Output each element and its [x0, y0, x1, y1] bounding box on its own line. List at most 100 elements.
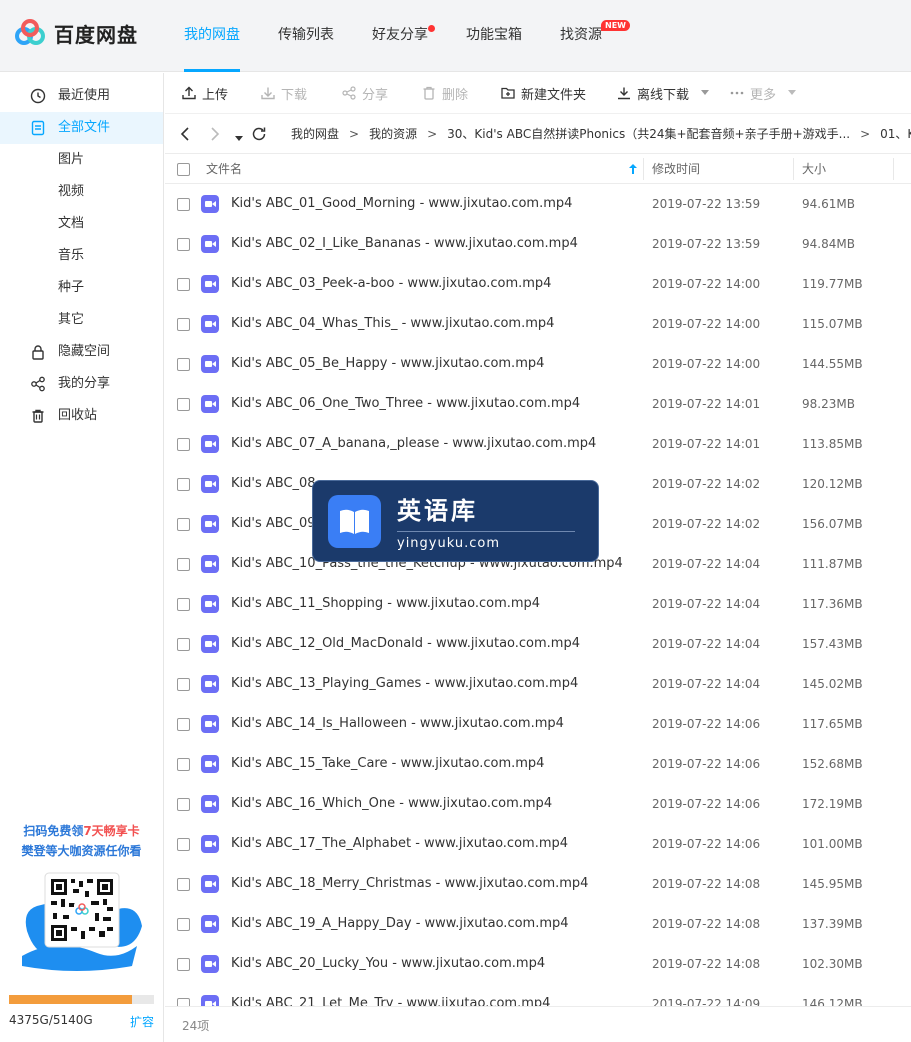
- row-checkbox[interactable]: [177, 478, 190, 491]
- row-checkbox[interactable]: [177, 678, 190, 691]
- select-all-checkbox[interactable]: [177, 163, 190, 176]
- file-name[interactable]: Kid's ABC_19_A_Happy_Day - www.jixutao.c…: [231, 916, 569, 932]
- file-name[interactable]: Kid's ABC_08_: [231, 476, 322, 492]
- file-name[interactable]: Kid's ABC_05_Be_Happy - www.jixutao.com.…: [231, 356, 544, 372]
- column-header-size[interactable]: 大小: [802, 154, 826, 184]
- file-name[interactable]: Kid's ABC_02_I_Like_Bananas - www.jixuta…: [231, 236, 578, 252]
- row-checkbox[interactable]: [177, 638, 190, 651]
- file-name[interactable]: Kid's ABC_17_The_Alphabet - www.jixutao.…: [231, 836, 568, 852]
- qr-code-card[interactable]: [17, 871, 147, 971]
- breadcrumb-item[interactable]: 我的网盘: [291, 127, 339, 141]
- row-checkbox[interactable]: [177, 198, 190, 211]
- offline-download-button[interactable]: 离线下载: [617, 85, 710, 103]
- file-name[interactable]: Kid's ABC_07_A_banana,_please - www.jixu…: [231, 436, 596, 452]
- column-header-name[interactable]: 文件名: [206, 154, 242, 184]
- column-divider[interactable]: [643, 158, 644, 180]
- tab-toolbox[interactable]: 功能宝箱: [466, 0, 522, 72]
- history-dropdown-icon[interactable]: [235, 131, 243, 147]
- file-name[interactable]: Kid's ABC_16_Which_One - www.jixutao.com…: [231, 796, 552, 812]
- table-row[interactable]: Kid's ABC_12_Old_MacDonald - www.jixutao…: [165, 624, 911, 664]
- row-checkbox[interactable]: [177, 838, 190, 851]
- row-checkbox[interactable]: [177, 598, 190, 611]
- back-arrow-icon[interactable]: [180, 126, 190, 142]
- tab-my-disk[interactable]: 我的网盘: [184, 0, 240, 72]
- table-row[interactable]: Kid's ABC_13_Playing_Games - www.jixutao…: [165, 664, 911, 704]
- sidebar-item-images[interactable]: 图片: [0, 144, 163, 176]
- table-row[interactable]: Kid's ABC_01_Good_Morning - www.jixutao.…: [165, 184, 911, 224]
- table-row[interactable]: Kid's ABC_02_I_Like_Bananas - www.jixuta…: [165, 224, 911, 264]
- breadcrumb-item[interactable]: 我的资源: [369, 127, 417, 141]
- table-row[interactable]: Kid's ABC_07_A_banana,_please - www.jixu…: [165, 424, 911, 464]
- file-name[interactable]: Kid's ABC_04_Whas_This_ - www.jixutao.co…: [231, 316, 554, 332]
- table-row[interactable]: Kid's ABC_16_Which_One - www.jixutao.com…: [165, 784, 911, 824]
- sidebar-item-torrents[interactable]: 种子: [0, 272, 163, 304]
- upload-button[interactable]: 上传: [182, 85, 228, 103]
- sort-ascending-icon[interactable]: [629, 164, 637, 174]
- row-checkbox[interactable]: [177, 358, 190, 371]
- refresh-icon[interactable]: [252, 126, 267, 142]
- chevron-down-icon[interactable]: [701, 90, 710, 96]
- column-header-time[interactable]: 修改时间: [652, 154, 700, 184]
- table-row[interactable]: Kid's ABC_06_One_Two_Three - www.jixutao…: [165, 384, 911, 424]
- file-name[interactable]: Kid's ABC_13_Playing_Games - www.jixutao…: [231, 676, 578, 692]
- file-name[interactable]: Kid's ABC_18_Merry_Christmas - www.jixut…: [231, 876, 588, 892]
- sidebar-item-music[interactable]: 音乐: [0, 240, 163, 272]
- row-checkbox[interactable]: [177, 398, 190, 411]
- sidebar-item-recycle-bin[interactable]: 回收站: [0, 400, 163, 432]
- new-folder-button[interactable]: 新建文件夹: [501, 85, 586, 103]
- tab-friend-share[interactable]: 好友分享: [372, 0, 435, 72]
- chevron-down-icon[interactable]: [788, 90, 797, 96]
- row-checkbox[interactable]: [177, 958, 190, 971]
- file-name[interactable]: Kid's ABC_15_Take_Care - www.jixutao.com…: [231, 756, 544, 772]
- delete-button[interactable]: 删除: [422, 85, 468, 103]
- column-divider[interactable]: [893, 158, 894, 180]
- file-name[interactable]: Kid's ABC_09_: [231, 516, 322, 532]
- table-row[interactable]: Kid's ABC_19_A_Happy_Day - www.jixutao.c…: [165, 904, 911, 944]
- table-row[interactable]: Kid's ABC_05_Be_Happy - www.jixutao.com.…: [165, 344, 911, 384]
- file-name[interactable]: Kid's ABC_06_One_Two_Three - www.jixutao…: [231, 396, 580, 412]
- tab-transfer-list[interactable]: 传输列表: [278, 0, 334, 72]
- row-checkbox[interactable]: [177, 518, 190, 531]
- table-row[interactable]: Kid's ABC_11_Shopping - www.jixutao.com.…: [165, 584, 911, 624]
- row-checkbox[interactable]: [177, 278, 190, 291]
- table-row[interactable]: Kid's ABC_18_Merry_Christmas - www.jixut…: [165, 864, 911, 904]
- sidebar-item-documents[interactable]: 文档: [0, 208, 163, 240]
- tab-find-resources[interactable]: 找资源 NEW: [560, 0, 630, 72]
- sidebar-item-videos[interactable]: 视频: [0, 176, 163, 208]
- table-row[interactable]: Kid's ABC_15_Take_Care - www.jixutao.com…: [165, 744, 911, 784]
- app-logo[interactable]: 百度网盘: [14, 18, 138, 48]
- table-row[interactable]: Kid's ABC_04_Whas_This_ - www.jixutao.co…: [165, 304, 911, 344]
- table-row[interactable]: Kid's ABC_17_The_Alphabet - www.jixutao.…: [165, 824, 911, 864]
- sidebar-item-hidden-space[interactable]: 隐藏空间: [0, 336, 163, 368]
- row-checkbox[interactable]: [177, 318, 190, 331]
- row-checkbox[interactable]: [177, 558, 190, 571]
- table-row[interactable]: Kid's ABC_14_Is_Halloween - www.jixutao.…: [165, 704, 911, 744]
- promo-banner[interactable]: 扫码免费领7天畅享卡 樊登等大咖资源任你看: [0, 821, 163, 971]
- more-button[interactable]: 更多: [730, 85, 797, 103]
- file-name[interactable]: Kid's ABC_12_Old_MacDonald - www.jixutao…: [231, 636, 580, 652]
- row-checkbox[interactable]: [177, 758, 190, 771]
- download-button[interactable]: 下载: [261, 85, 307, 103]
- sidebar-item-my-shares[interactable]: 我的分享: [0, 368, 163, 400]
- sidebar-item-others[interactable]: 其它: [0, 304, 163, 336]
- sidebar-item-all-files[interactable]: 全部文件: [0, 112, 163, 144]
- file-name[interactable]: Kid's ABC_01_Good_Morning - www.jixutao.…: [231, 196, 572, 212]
- row-checkbox[interactable]: [177, 438, 190, 451]
- file-name[interactable]: Kid's ABC_03_Peek-a-boo - www.jixutao.co…: [231, 276, 551, 292]
- breadcrumb-item[interactable]: 01、Ki: [880, 127, 911, 141]
- share-button[interactable]: 分享: [342, 85, 388, 103]
- sidebar-item-recent[interactable]: 最近使用: [0, 80, 163, 112]
- forward-arrow-icon[interactable]: [210, 126, 220, 142]
- row-checkbox[interactable]: [177, 238, 190, 251]
- row-checkbox[interactable]: [177, 918, 190, 931]
- expand-storage-link[interactable]: 扩容: [130, 1013, 154, 1030]
- row-checkbox[interactable]: [177, 798, 190, 811]
- breadcrumb-item[interactable]: 30、Kid's ABC自然拼读Phonics（共24集+配套音频+亲子手册+游…: [447, 127, 850, 141]
- row-checkbox[interactable]: [177, 878, 190, 891]
- file-name[interactable]: Kid's ABC_14_Is_Halloween - www.jixutao.…: [231, 716, 564, 732]
- row-checkbox[interactable]: [177, 718, 190, 731]
- file-name[interactable]: Kid's ABC_11_Shopping - www.jixutao.com.…: [231, 596, 540, 612]
- column-divider[interactable]: [793, 158, 794, 180]
- file-name[interactable]: Kid's ABC_20_Lucky_You - www.jixutao.com…: [231, 956, 545, 972]
- table-row[interactable]: Kid's ABC_03_Peek-a-boo - www.jixutao.co…: [165, 264, 911, 304]
